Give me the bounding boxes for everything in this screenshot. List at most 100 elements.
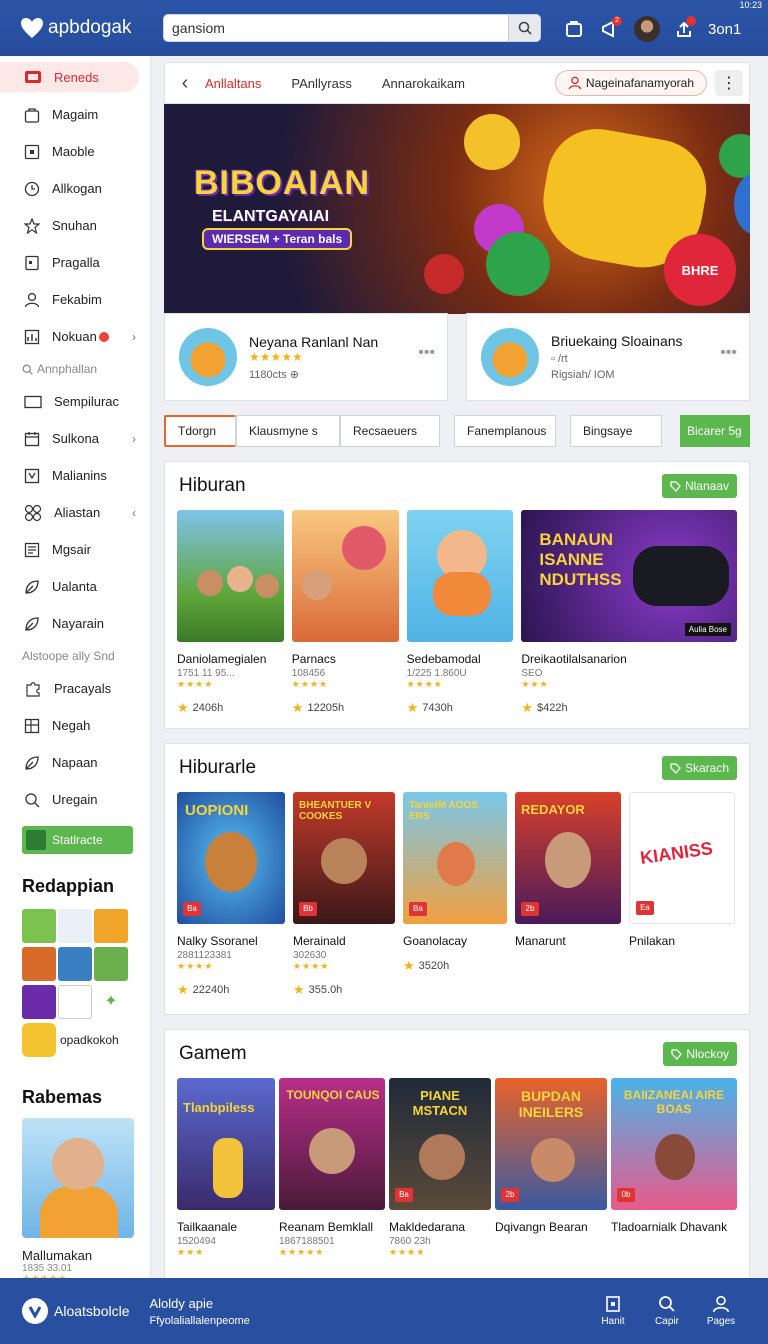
search-bar[interactable] <box>163 14 541 42</box>
game-thumb <box>177 510 284 642</box>
game-card[interactable]: BUPDAN INEILERS 2b Dqivangn Bearan <box>495 1078 607 1258</box>
tab-2[interactable]: Annarokaikam <box>382 76 465 91</box>
side-app[interactable]: opadkokoh <box>0 1019 150 1057</box>
app-logo[interactable]: apbdogak <box>20 17 160 39</box>
sidebar-item-15[interactable]: Pracayals <box>0 670 150 707</box>
sidebar-item-9[interactable]: Sulkona › <box>0 420 150 457</box>
game-card[interactable]: REDAYOR 2b Manarunt <box>515 792 621 998</box>
more-dots-icon[interactable]: ••• <box>720 344 737 362</box>
featured-card[interactable]: Neyana Ranlanl Nan ★★★★★ 1180cts ⊕ ••• <box>164 313 448 401</box>
sidebar-item-3[interactable]: Allkogan <box>0 170 150 207</box>
star-icon: ★ <box>291 700 304 715</box>
nav-search[interactable]: Capir <box>650 1295 684 1327</box>
sidebar-item-5[interactable]: Pragalla <box>0 244 150 281</box>
user-icon <box>568 76 582 90</box>
main-content: ‹ Anllaltans PAnllyrass Annarokaikam Nag… <box>164 56 750 1285</box>
banner-text: BANAUN ISANNE NDUTHSS <box>539 530 622 589</box>
sidebar-green-button[interactable]: Statlracte <box>22 826 133 854</box>
search-button[interactable] <box>508 15 540 41</box>
game-card[interactable]: UOPIONI Ba Nalky Ssoranel 2881123381 ★★★… <box>177 792 285 998</box>
game-card[interactable]: TOUNQOI CAUS Reanam Bemklall 1867188501 … <box>279 1078 385 1258</box>
game-card[interactable]: TaniolM AOOS ERS Ba Goanolacay ★ 3520h <box>403 792 507 998</box>
app-thumb[interactable] <box>22 947 56 981</box>
app-thumb[interactable] <box>58 985 92 1019</box>
bottom-nav: Hanit Capir Pages <box>596 1295 738 1327</box>
game-card[interactable]: Tlanbpiless Tailkaanale 1520494 ★★★ <box>177 1078 275 1258</box>
game-sub: 108456 <box>291 668 326 679</box>
chip-1[interactable]: Klausmyne s <box>236 415 340 447</box>
tag-icon <box>671 1048 683 1060</box>
section-action-button[interactable]: Nlanaav <box>661 474 737 498</box>
sidebar-item-11[interactable]: Aliastan ‹ <box>0 494 150 531</box>
nav-profile[interactable]: Pages <box>704 1295 738 1327</box>
card-tag: 2b <box>501 1188 519 1202</box>
sidebar-item-2[interactable]: Maoble <box>0 133 150 170</box>
search-input[interactable] <box>164 15 508 41</box>
promo-card[interactable] <box>22 1118 134 1238</box>
hero-banner[interactable]: BHRE BIBOAIAN ELANTGAYAIAI WIERSEM + Ter… <box>164 104 750 314</box>
sidebar-group-search[interactable]: Annphallan <box>0 355 150 383</box>
chip-0[interactable]: Tdorgn <box>164 415 236 447</box>
game-card[interactable]: BHEANTUER V COOKES Bb Merainald 302630 ★… <box>293 792 395 998</box>
section-action-button[interactable]: Nlockoy <box>663 1042 737 1066</box>
account-pill-button[interactable]: Nageinafanamyorah <box>554 70 707 96</box>
sidebar-item-6[interactable]: Fekabim <box>0 281 150 318</box>
sidebar-item-10[interactable]: Malianins <box>0 457 150 494</box>
game-name: Reanam Bemklall <box>279 1220 374 1234</box>
sidebar-item-17[interactable]: Napaan <box>0 744 150 781</box>
section-action-button[interactable]: Skarach <box>661 756 737 780</box>
filter-chips: Tdorgn Klausmyne s Recsaeuers Fanemplano… <box>164 415 750 447</box>
section-title: Gamem <box>179 1043 247 1064</box>
decor-ball <box>486 232 550 296</box>
nav-home[interactable]: Hanit <box>596 1295 630 1327</box>
more-dots-icon[interactable]: ••• <box>418 344 435 362</box>
featured-stars: ▫ /rt <box>551 353 568 365</box>
app-thumb[interactable] <box>58 947 92 981</box>
back-arrow-icon[interactable]: ‹ <box>165 72 205 95</box>
game-card[interactable]: BAIIZANEAI AIRE BOAS 0b Tladoarnialk Dha… <box>611 1078 737 1258</box>
game-stars: ★★★★ <box>177 961 214 971</box>
featured-card[interactable]: Briuekaing Sloainans ▫ /rt Rigsiah/ IOM … <box>466 313 750 401</box>
chip-4[interactable]: Bingsaye <box>570 415 662 447</box>
chevron-left-icon[interactable]: ‹ <box>132 506 136 520</box>
sidebar-item-18[interactable]: Uregain <box>0 781 150 818</box>
sidebar-item-12[interactable]: Mgsair <box>0 531 150 568</box>
game-card[interactable]: PIANE MSTACN Ba Makldedarana 7860 23h ★★… <box>389 1078 491 1258</box>
banner-badge: Aulia Bose <box>684 623 731 636</box>
chip-5[interactable]: Bicarer 5g <box>680 415 750 447</box>
sidebar-item-1[interactable]: Magaim <box>0 96 150 133</box>
bottom-brand[interactable]: Aloatsbolcle <box>22 1298 130 1324</box>
avatar[interactable] <box>634 16 660 42</box>
user-name[interactable]: 3on1 <box>708 21 741 38</box>
bag-button[interactable] <box>556 14 592 44</box>
app-thumb[interactable]: ✦ <box>94 985 128 1019</box>
sidebar-item-16[interactable]: Negah <box>0 707 150 744</box>
sidebar-item-7[interactable]: Nokuan › <box>0 318 150 355</box>
game-card[interactable]: KIANISS Ea Pnilakan <box>629 792 735 998</box>
chip-3[interactable]: Fanemplanous <box>454 415 556 447</box>
app-thumb[interactable] <box>22 909 56 943</box>
upload-button[interactable] <box>666 14 702 44</box>
app-thumb[interactable] <box>94 947 128 981</box>
chevron-right-icon[interactable]: › <box>132 432 136 446</box>
app-thumb[interactable] <box>58 909 92 943</box>
app-thumb[interactable] <box>22 985 56 1019</box>
game-card[interactable]: Daniolamegialen 1751 11 95... ★★★★ ★ 2406… <box>177 510 284 716</box>
sidebar-item-4[interactable]: Snuhan <box>0 207 150 244</box>
sidebar-item-8[interactable]: Sempilurac <box>0 383 150 420</box>
chip-2[interactable]: Recsaeuers <box>340 415 440 447</box>
thumbnail-icon <box>26 830 46 850</box>
promo-name: Mallumakan <box>22 1248 93 1263</box>
chevron-right-icon[interactable]: › <box>132 330 136 344</box>
sidebar-item-13[interactable]: Ualanta <box>0 568 150 605</box>
more-menu-icon[interactable]: ⋮ <box>715 70 743 96</box>
notification-button[interactable]: 2 <box>592 14 628 44</box>
game-card[interactable]: BANAUN ISANNE NDUTHSS Aulia Bose Dreikao… <box>521 510 737 716</box>
app-thumb[interactable] <box>94 909 128 943</box>
tab-1[interactable]: PAnllyrass <box>291 76 351 91</box>
sidebar-item-0[interactable]: Reneds <box>0 62 139 92</box>
game-card[interactable]: Sedebamodal 1/225 1.860U ★★★★ ★ 7430h <box>406 510 514 716</box>
sidebar-item-14[interactable]: Nayarain <box>0 605 150 642</box>
tab-0[interactable]: Anllaltans <box>205 76 261 91</box>
game-card[interactable]: Parnacs 108456 ★★★★ ★ 12205h <box>291 510 399 716</box>
